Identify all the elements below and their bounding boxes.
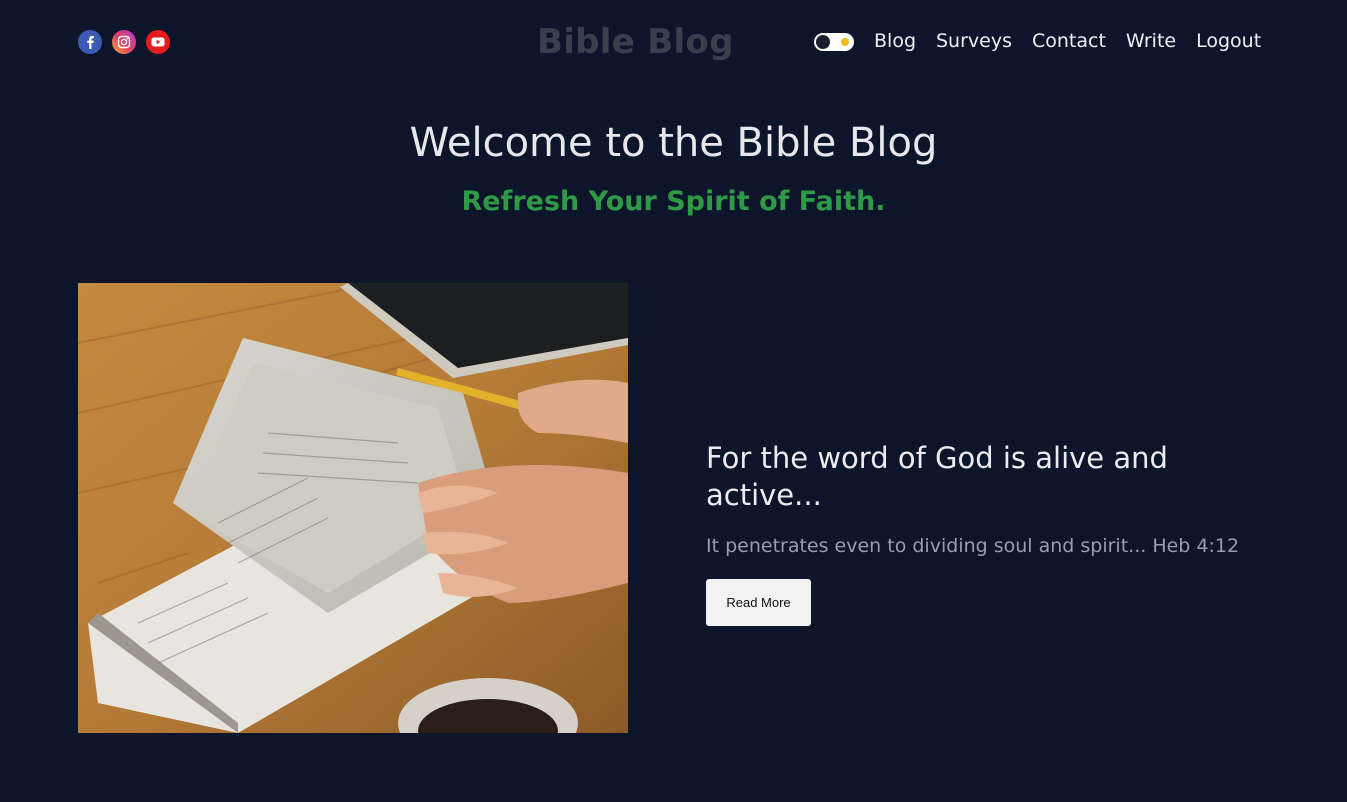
youtube-icon[interactable]: [146, 30, 170, 54]
site-brand[interactable]: Bible Blog: [537, 22, 734, 62]
hero-subtitle: Refresh Your Spirit of Faith.: [461, 186, 886, 217]
featured-post-image: [78, 283, 628, 733]
facebook-icon[interactable]: [78, 30, 102, 54]
sun-icon: [841, 38, 849, 46]
theme-toggle[interactable]: [814, 33, 854, 51]
main-nav: Blog Surveys Contact Write Logout: [874, 30, 1261, 52]
post-title[interactable]: For the word of God is alive and active.…: [706, 440, 1266, 514]
read-more-button[interactable]: Read More: [706, 579, 811, 626]
hero-title: Welcome to the Bible Blog: [409, 120, 938, 166]
instagram-icon[interactable]: [112, 30, 136, 54]
nav-logout[interactable]: Logout: [1196, 30, 1261, 52]
toggle-knob: [816, 35, 830, 49]
social-links: [78, 30, 170, 54]
nav-blog[interactable]: Blog: [874, 30, 916, 52]
post-excerpt: It penetrates even to dividing soul and …: [706, 535, 1240, 557]
nav-contact[interactable]: Contact: [1032, 30, 1106, 52]
nav-write[interactable]: Write: [1126, 30, 1176, 52]
nav-surveys[interactable]: Surveys: [936, 30, 1012, 52]
